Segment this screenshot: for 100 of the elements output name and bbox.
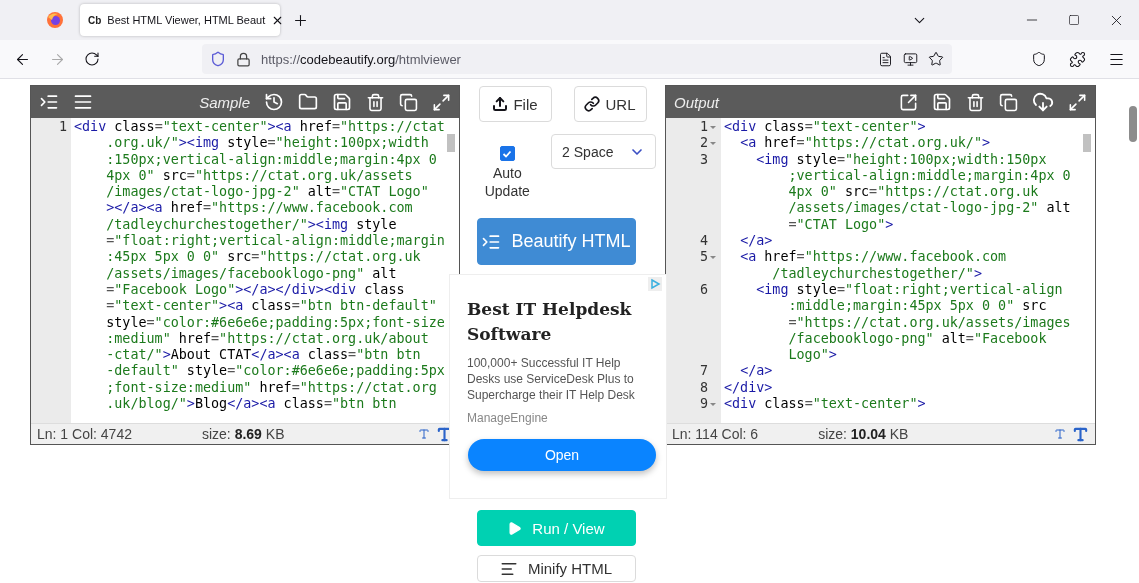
expand-icon[interactable]	[1068, 92, 1087, 112]
output-editor[interactable]	[665, 85, 1096, 445]
code-line: <a href="https://www.facebook.com	[739, 249, 1007, 266]
menu-icon[interactable]	[73, 92, 93, 112]
code-line: <div class="text-center"><a href="https://ctat	[74, 119, 445, 136]
picture-in-picture-icon[interactable]	[903, 51, 918, 67]
reload-icon[interactable]	[84, 51, 100, 67]
code-line: Logo">	[787, 347, 837, 364]
code-line: /images/ctat-logo-jpg-2" alt="CTAT Logo"	[105, 184, 429, 201]
expand-icon[interactable]	[432, 92, 451, 112]
ad-advertiser: ManageEngine	[467, 411, 549, 425]
scrollbar-thumb[interactable]	[1083, 134, 1091, 152]
ad-title: Best IT Helpdesk Software	[467, 298, 633, 346]
code-line: style="color:#6e6e6e;padding:5px;font-size	[105, 314, 445, 331]
ad-text: 100,000+ Successful IT Help Desks use ServiceDesk Plus to Supercharge their IT Help Desk	[467, 355, 636, 403]
code-line: :medium" href="https://ctat.org.uk/about	[105, 330, 429, 348]
save-icon[interactable]	[332, 92, 352, 112]
url-button[interactable]: URL	[573, 86, 647, 122]
scrollbar-thumb[interactable]	[447, 134, 455, 152]
external-link-icon[interactable]	[899, 92, 918, 112]
cursor-position: Ln: 1 Col: 4742	[37, 426, 132, 442]
star-icon[interactable]	[928, 51, 944, 67]
line-number: 9	[699, 396, 708, 413]
code-line: ="CTAT Logo">	[787, 216, 894, 234]
code-line: <div class="text-center">	[724, 396, 926, 413]
address-field[interactable]: https://codebeautify.org/htmlviewer	[202, 44, 952, 74]
font-increase-icon[interactable]	[1072, 425, 1089, 443]
folder-icon[interactable]	[298, 92, 318, 112]
code-line: ="https://ctat.org.uk/assets/images	[787, 314, 1071, 331]
lock-icon[interactable]	[236, 51, 251, 67]
line-number: 7	[699, 363, 708, 380]
extensions-icon[interactable]	[1069, 50, 1086, 68]
code-line: :45px 5px 0 0" src="https://ctat.org.uk	[105, 249, 421, 266]
auto-update-checkbox[interactable]	[499, 146, 515, 161]
checkmark-icon	[502, 148, 513, 159]
save-icon[interactable]	[932, 92, 952, 112]
line-number: 8	[699, 379, 708, 397]
code-line: 4px 0" src="https://ctat.org.uk/assets	[105, 167, 413, 185]
code-line: 4px 0" src="https://ctat.org.uk	[787, 184, 1039, 201]
file-size: size: 8.69 KB	[201, 426, 285, 442]
indent-select[interactable]: 2 Space	[551, 134, 656, 169]
line-number: 1	[58, 119, 67, 136]
page-scrollbar-thumb[interactable]	[1129, 106, 1137, 142]
browser-logo[interactable]	[46, 11, 64, 29]
copy-icon[interactable]	[399, 92, 418, 112]
code-line: /tadleychurchestogether/">	[771, 265, 982, 282]
indent-icon[interactable]	[39, 92, 59, 112]
shield-icon[interactable]	[1031, 50, 1047, 68]
copy-icon[interactable]	[999, 92, 1018, 112]
code-line: -ctat/">About CTAT</a><a class="btn btn	[105, 347, 421, 364]
code-line: /assets/images/facebooklogo-png" alt	[105, 265, 397, 282]
code-line: </div>	[724, 379, 773, 397]
maximize-icon[interactable]	[1068, 14, 1080, 26]
cursor-position: Ln: 114 Col: 6	[672, 426, 759, 442]
code-line: .uk/blog/">Blog</a><a class="btn btn	[105, 396, 397, 413]
minify-button[interactable]: Minify HTML	[476, 555, 636, 582]
code-line: /facebooklogo-png" alt="Facebook	[787, 330, 1047, 348]
reader-icon[interactable]	[878, 51, 893, 67]
auto-update-label: Auto Update	[483, 164, 531, 200]
code-line: <div class="text-center">	[724, 119, 926, 136]
editor-title[interactable]: Sample	[199, 93, 250, 111]
cloud-download-icon[interactable]	[1032, 91, 1054, 113]
link-icon[interactable]	[584, 96, 601, 112]
favicon: Cb	[88, 14, 102, 26]
line-number: 4	[699, 233, 708, 250]
beautify-button[interactable]: Beautify HTML	[476, 218, 636, 265]
tab-title: Best HTML Viewer, HTML Beaut	[107, 14, 266, 26]
input-editor[interactable]	[30, 85, 460, 445]
shield-icon[interactable]	[210, 51, 226, 67]
line-number: 1	[699, 119, 708, 136]
open-button[interactable]: Open	[468, 439, 656, 471]
code-line: /assets/images/ctat-logo-jpg-2" alt	[787, 200, 1071, 217]
trash-icon[interactable]	[966, 92, 985, 112]
editor-title: Output	[674, 93, 720, 111]
code-line: /tadleychurchestogether/"><img style	[105, 216, 397, 234]
ad-card[interactable]: Best IT Helpdesk Software 100,000+ Successful IT Help Desks use ServiceDesk Plus to Supercharge their IT Help Desk ManageEngine Open	[449, 274, 667, 499]
url-text: https://codebeautify.org/htmlviewer	[261, 51, 462, 67]
browser-tab[interactable]: Cb Best HTML Viewer, HTML Beaut	[80, 4, 280, 36]
code-line: ;font-size:medium" href="https://ctat.org	[105, 379, 437, 397]
history-icon[interactable]	[264, 92, 284, 112]
line-number: 3	[699, 151, 708, 168]
trash-icon[interactable]	[366, 92, 385, 112]
code-line: :150px;vertical-align:middle;margin:4px 0	[105, 151, 437, 168]
file-button[interactable]: File	[478, 86, 552, 122]
code-line: ></a><a href="https://www.facebook.com	[105, 200, 413, 217]
code-line: ="Facebook Logo"></a></div><div class	[105, 281, 405, 299]
code-line: </a>	[739, 363, 773, 380]
code-line: ;vertical-align:middle;margin:4px 0	[787, 167, 1071, 185]
code-line: <a href="https://ctat.org.uk/">	[739, 135, 991, 152]
code-line: ="float:right;vertical-align:middle;margin	[105, 233, 445, 250]
file-size: size: 10.04 KB	[818, 426, 909, 442]
code-line: .org.uk/"><img style="height:100px;width	[105, 135, 429, 152]
code-line: -default" style="color:#6e6e6e;padding:5px	[105, 363, 445, 380]
code-line: </a>	[739, 233, 773, 250]
line-number: 5	[699, 249, 708, 266]
upload-icon[interactable]	[492, 96, 509, 112]
code-line: <img style="float:right;vertical-align	[755, 281, 1063, 299]
code-line: <img style="height:100px;width:150px	[755, 151, 1047, 168]
line-number: 6	[699, 281, 708, 299]
code-line: ="text-center"><a class="btn btn-default"	[105, 298, 437, 315]
